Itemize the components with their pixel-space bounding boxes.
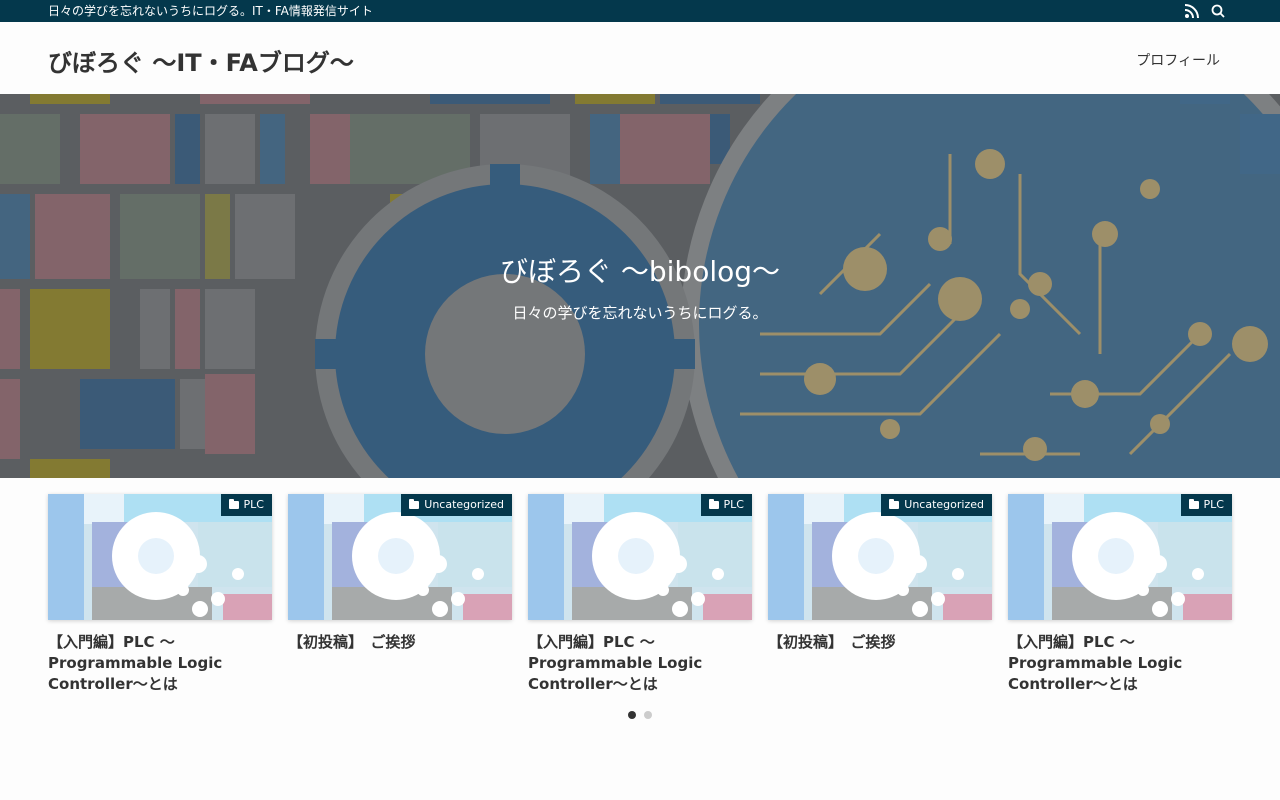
category-label: Uncategorized — [424, 498, 504, 511]
post-title[interactable]: 【入門編】PLC ～Programmable Logic Controller～… — [528, 632, 728, 695]
category-badge[interactable]: PLC — [220, 494, 272, 516]
top-icons — [1184, 3, 1226, 19]
top-bar: 日々の学びを忘れないうちにログる。IT・FA情報発信サイト — [0, 0, 1280, 22]
category-badge[interactable]: PLC — [1180, 494, 1232, 516]
category-badge[interactable]: Uncategorized — [881, 494, 992, 516]
category-label: PLC — [1203, 498, 1224, 511]
post-card[interactable]: PLC 【入門編】PLC ～Programmable Logic Control… — [528, 494, 752, 695]
post-thumbnail[interactable]: PLC — [48, 494, 272, 620]
post-title[interactable]: 【入門編】PLC ～Programmable Logic Controller～… — [1008, 632, 1208, 695]
post-thumbnail[interactable]: PLC — [1008, 494, 1232, 620]
site-title[interactable]: びぼろぐ 〜IT・FAブログ〜 — [48, 43, 354, 78]
folder-icon — [889, 499, 900, 509]
rss-icon[interactable] — [1184, 3, 1200, 19]
folder-icon — [1188, 499, 1199, 509]
post-card[interactable]: PLC 【入門編】PLC ～Programmable Logic Control… — [1008, 494, 1232, 695]
post-card[interactable]: Uncategorized 【初投稿】 ご挨拶 — [768, 494, 992, 653]
post-card[interactable]: Uncategorized 【初投稿】 ご挨拶 — [288, 494, 512, 653]
category-label: Uncategorized — [904, 498, 984, 511]
folder-icon — [409, 499, 420, 509]
post-thumbnail[interactable]: Uncategorized — [768, 494, 992, 620]
post-thumbnail[interactable]: Uncategorized — [288, 494, 512, 620]
site-header: びぼろぐ 〜IT・FAブログ〜 プロフィール — [0, 22, 1280, 94]
post-card[interactable]: PLC 【入門編】PLC ～Programmable Logic Control… — [48, 494, 272, 695]
search-icon[interactable] — [1210, 3, 1226, 19]
nav-profile[interactable]: プロフィール — [1136, 50, 1220, 70]
carousel-dot-1[interactable] — [628, 711, 636, 719]
folder-icon — [228, 499, 239, 509]
folder-icon — [708, 499, 719, 509]
post-title[interactable]: 【初投稿】 ご挨拶 — [288, 632, 488, 653]
category-label: PLC — [723, 498, 744, 511]
post-title[interactable]: 【入門編】PLC ～Programmable Logic Controller～… — [48, 632, 248, 695]
post-carousel: PLC 【入門編】PLC ～Programmable Logic Control… — [48, 494, 1232, 704]
category-badge[interactable]: PLC — [700, 494, 752, 516]
carousel-dot-2[interactable] — [644, 711, 652, 719]
top-tagline: 日々の学びを忘れないうちにログる。IT・FA情報発信サイト — [48, 4, 373, 18]
carousel-pagination — [628, 711, 652, 719]
post-thumbnail[interactable]: PLC — [528, 494, 752, 620]
hero-banner: びぼろぐ 〜bibolog〜 日々の学びを忘れないうちにログる。 — [0, 94, 1280, 478]
category-badge[interactable]: Uncategorized — [401, 494, 512, 516]
hero-subtitle: 日々の学びを忘れないうちにログる。 — [512, 304, 768, 322]
category-label: PLC — [243, 498, 264, 511]
hero-title: びぼろぐ 〜bibolog〜 — [499, 255, 781, 288]
post-title[interactable]: 【初投稿】 ご挨拶 — [768, 632, 968, 653]
